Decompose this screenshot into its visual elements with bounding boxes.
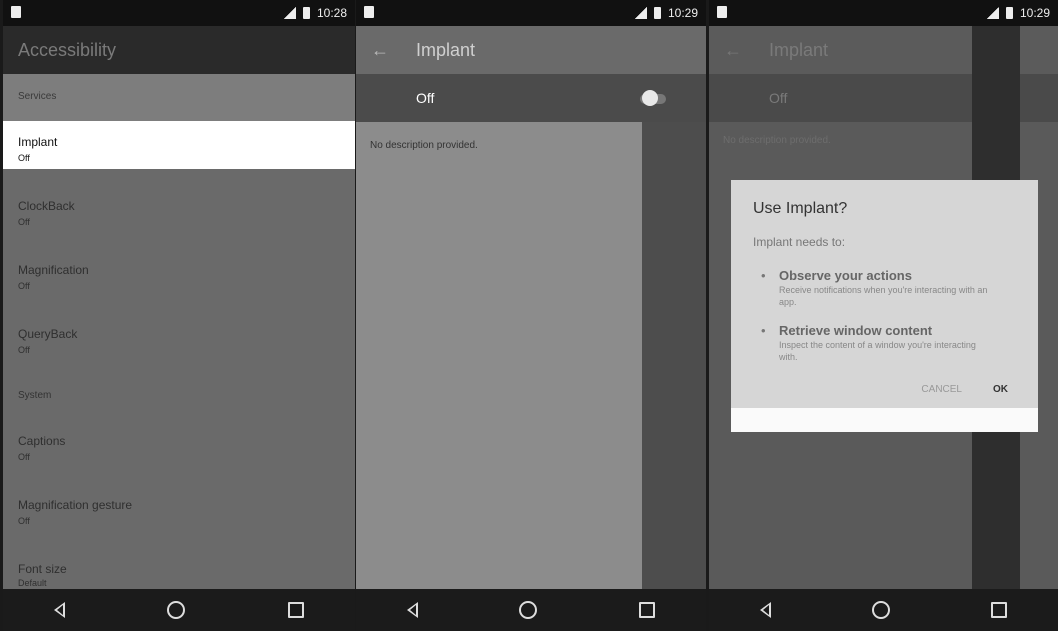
sd-card-icon [364, 6, 374, 18]
permission-dialog-screen: 10:29 ← Implant Off No description provi… [709, 0, 1058, 631]
list-item-queryback[interactable]: QueryBack Off [3, 313, 355, 377]
nav-bar [709, 589, 1058, 631]
page-title: Accessibility [18, 40, 117, 60]
status-bar: 10:28 [3, 0, 355, 26]
status-bar: 10:29 [709, 0, 1058, 26]
home-icon[interactable] [167, 601, 186, 619]
dialog-subtitle: Implant needs to: [753, 235, 846, 249]
list-item-magnification[interactable]: Magnification Off [3, 249, 355, 313]
dialog-title: Use Implant? [753, 200, 848, 217]
ok-button[interactable]: OK [993, 384, 1008, 395]
list-item-captions[interactable]: Captions Off [3, 420, 355, 484]
toggle-switch[interactable] [642, 90, 658, 106]
page-title: Implant [416, 40, 476, 60]
service-description: No description provided. [370, 140, 478, 151]
back-icon[interactable] [406, 602, 418, 618]
item-subtitle: Off [18, 452, 30, 462]
status-time: 10:28 [316, 6, 347, 20]
sd-card-icon [717, 6, 727, 18]
list-item-font-size[interactable]: Font size Default [3, 548, 355, 589]
app-bar: ← Implant [356, 26, 706, 74]
switch-label: Off [416, 90, 435, 106]
back-arrow-icon[interactable]: ← [371, 40, 389, 61]
battery-icon [653, 7, 661, 19]
dialog-actions: CANCEL OK [731, 384, 1038, 432]
cancel-button[interactable]: CANCEL [921, 384, 962, 395]
battery-icon [1005, 7, 1013, 19]
home-icon[interactable] [871, 601, 890, 619]
list-item-magnification-gesture[interactable]: Magnification gesture Off [3, 484, 355, 548]
back-icon[interactable] [759, 602, 771, 618]
permission-title: Retrieve window content [779, 323, 933, 338]
item-title: Magnification gesture [18, 498, 133, 512]
recents-icon[interactable] [287, 602, 304, 618]
permission-desc: Receive notifications when you're intera… [779, 285, 988, 307]
item-title: QueryBack [18, 327, 78, 341]
switch-label: Off [769, 90, 788, 106]
recents-icon[interactable] [991, 602, 1008, 618]
back-arrow-icon: ← [724, 40, 742, 60]
accessibility-screen: 10:28 Accessibility Services Implant Off… [3, 0, 355, 631]
list-item-clockback[interactable]: ClockBack Off [3, 185, 355, 249]
sd-card-icon [11, 6, 21, 18]
nav-bar [3, 589, 355, 631]
bullet-icon: • [761, 268, 766, 283]
status-bar: 10:29 [356, 0, 706, 26]
item-title: Captions [18, 434, 66, 448]
page-title: Implant [769, 40, 829, 60]
list-item-implant[interactable]: Implant Off [3, 121, 355, 169]
item-title: ClockBack [18, 199, 75, 213]
item-title: Font size [18, 562, 67, 576]
battery-icon [302, 7, 310, 19]
implant-settings-screen: 10:29 ← Implant Off No description provi… [356, 0, 706, 631]
services-header: Services [3, 74, 355, 121]
services-header-label: Services [18, 91, 57, 102]
status-time: 10:29 [1019, 6, 1050, 20]
permission-desc: Inspect the content of a window you're i… [779, 340, 976, 362]
home-icon[interactable] [519, 601, 538, 619]
permission-title: Observe your actions [779, 268, 912, 283]
signal-icon [986, 7, 999, 19]
app-bar: Accessibility [3, 26, 355, 74]
bullet-icon: • [761, 323, 766, 338]
service-description: No description provided. [723, 135, 831, 146]
item-subtitle: Off [18, 516, 30, 526]
item-subtitle: Off [18, 281, 30, 291]
item-subtitle: Off [18, 153, 30, 163]
item-subtitle: Default [18, 578, 47, 588]
item-title: Implant [18, 135, 58, 149]
item-subtitle: Off [18, 345, 30, 355]
signal-icon [283, 7, 296, 19]
signal-icon [634, 7, 647, 19]
back-icon[interactable] [54, 602, 66, 618]
recents-icon[interactable] [639, 602, 656, 618]
nav-bar [356, 589, 706, 631]
system-header: System [18, 390, 52, 401]
item-title: Magnification [18, 263, 89, 277]
item-subtitle: Off [18, 217, 30, 227]
permission-dialog: Use Implant? Implant needs to: • Observe… [731, 180, 1038, 432]
status-time: 10:29 [667, 6, 698, 20]
master-switch-bar[interactable]: Off [356, 74, 706, 122]
